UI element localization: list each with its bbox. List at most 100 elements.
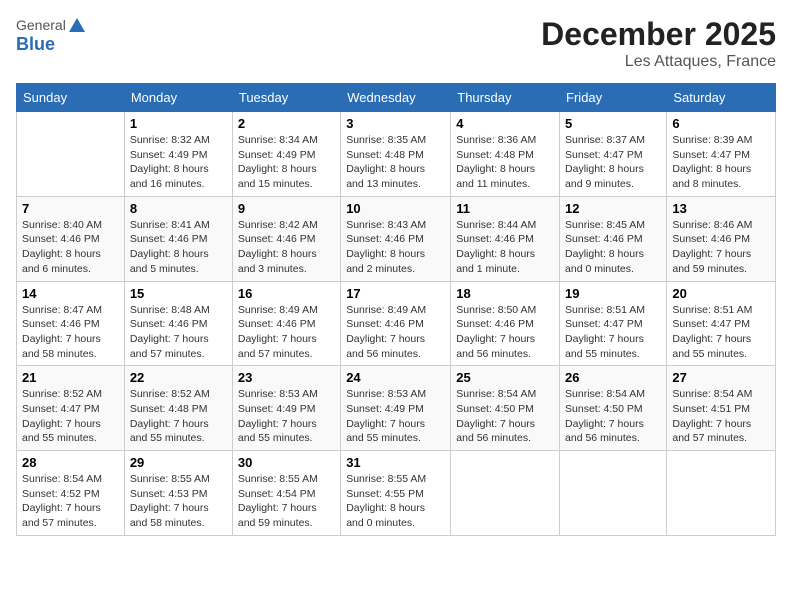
day-number: 15 [130, 286, 227, 301]
day-cell: 16 Sunrise: 8:49 AMSunset: 4:46 PMDayligh… [232, 281, 340, 366]
day-number: 9 [238, 201, 335, 216]
day-info: Sunrise: 8:48 AMSunset: 4:46 PMDaylight:… [130, 303, 227, 362]
week-row-2: 7 Sunrise: 8:40 AMSunset: 4:46 PMDaylight… [17, 196, 776, 281]
day-number: 14 [22, 286, 119, 301]
day-number: 28 [22, 455, 119, 470]
day-number: 13 [672, 201, 770, 216]
day-number: 27 [672, 370, 770, 385]
header-saturday: Saturday [667, 84, 776, 112]
day-info: Sunrise: 8:43 AMSunset: 4:46 PMDaylight:… [346, 218, 445, 277]
week-row-4: 21 Sunrise: 8:52 AMSunset: 4:47 PMDayligh… [17, 366, 776, 451]
day-info: Sunrise: 8:37 AMSunset: 4:47 PMDaylight:… [565, 133, 661, 192]
day-info: Sunrise: 8:36 AMSunset: 4:48 PMDaylight:… [456, 133, 554, 192]
day-number: 20 [672, 286, 770, 301]
day-cell: 24Sunrise: 8:53 AMSunset: 4:49 PMDayligh… [341, 366, 451, 451]
day-info: Sunrise: 8:44 AMSunset: 4:46 PMDaylight:… [456, 218, 554, 277]
day-info: Sunrise: 8:55 AMSunset: 4:53 PMDaylight:… [130, 472, 227, 531]
day-info: Sunrise: 8:47 AMSunset: 4:46 PMDaylight:… [22, 303, 119, 362]
day-info: Sunrise: 8:52 AMSunset: 4:47 PMDaylight:… [22, 387, 119, 446]
header-thursday: Thursday [451, 84, 560, 112]
day-cell [451, 451, 560, 536]
day-number: 10 [346, 201, 445, 216]
day-cell: 23Sunrise: 8:53 AMSunset: 4:49 PMDayligh… [232, 366, 340, 451]
day-number: 5 [565, 116, 661, 131]
day-cell: 14 Sunrise: 8:47 AMSunset: 4:46 PMDayligh… [17, 281, 125, 366]
day-number: 25 [456, 370, 554, 385]
day-cell: 11 Sunrise: 8:44 AMSunset: 4:46 PMDayligh… [451, 196, 560, 281]
day-cell: 12Sunrise: 8:45 AMSunset: 4:46 PMDayligh… [560, 196, 667, 281]
location: Les Attaques, France [541, 53, 776, 71]
day-number: 16 [238, 286, 335, 301]
day-info: Sunrise: 8:41 AMSunset: 4:46 PMDaylight:… [130, 218, 227, 277]
day-cell: 15 Sunrise: 8:48 AMSunset: 4:46 PMDayligh… [124, 281, 232, 366]
day-cell [17, 112, 125, 197]
day-info: Sunrise: 8:55 AMSunset: 4:54 PMDaylight:… [238, 472, 335, 531]
day-number: 26 [565, 370, 661, 385]
day-number: 8 [130, 201, 227, 216]
day-number: 2 [238, 116, 335, 131]
page-header: General Blue December 2025 Les Attaques,… [16, 16, 776, 71]
day-info: Sunrise: 8:54 AMSunset: 4:50 PMDaylight:… [565, 387, 661, 446]
day-cell: 28 Sunrise: 8:54 AMSunset: 4:52 PMDayligh… [17, 451, 125, 536]
day-cell: 9 Sunrise: 8:42 AMSunset: 4:46 PMDaylight… [232, 196, 340, 281]
day-info: Sunrise: 8:51 AMSunset: 4:47 PMDaylight:… [565, 303, 661, 362]
day-info: Sunrise: 8:46 AMSunset: 4:46 PMDaylight:… [672, 218, 770, 277]
day-number: 4 [456, 116, 554, 131]
day-info: Sunrise: 8:42 AMSunset: 4:46 PMDaylight:… [238, 218, 335, 277]
day-number: 19 [565, 286, 661, 301]
logo-blue: Blue [16, 34, 55, 54]
day-number: 6 [672, 116, 770, 131]
day-cell: 10 Sunrise: 8:43 AMSunset: 4:46 PMDayligh… [341, 196, 451, 281]
day-number: 30 [238, 455, 335, 470]
day-number: 12 [565, 201, 661, 216]
day-info: Sunrise: 8:53 AMSunset: 4:49 PMDaylight:… [346, 387, 445, 446]
day-number: 23 [238, 370, 335, 385]
day-number: 18 [456, 286, 554, 301]
day-number: 31 [346, 455, 445, 470]
day-cell: 17Sunrise: 8:49 AMSunset: 4:46 PMDayligh… [341, 281, 451, 366]
day-cell: 27 Sunrise: 8:54 AMSunset: 4:51 PMDayligh… [667, 366, 776, 451]
day-info: Sunrise: 8:55 AMSunset: 4:55 PMDaylight:… [346, 472, 445, 531]
day-info: Sunrise: 8:50 AMSunset: 4:46 PMDaylight:… [456, 303, 554, 362]
day-info: Sunrise: 8:51 AMSunset: 4:47 PMDaylight:… [672, 303, 770, 362]
day-number: 3 [346, 116, 445, 131]
day-cell: 26 Sunrise: 8:54 AMSunset: 4:50 PMDayligh… [560, 366, 667, 451]
day-info: Sunrise: 8:54 AMSunset: 4:51 PMDaylight:… [672, 387, 770, 446]
day-cell: 4 Sunrise: 8:36 AMSunset: 4:48 PMDaylight… [451, 112, 560, 197]
day-number: 7 [22, 201, 119, 216]
day-cell: 21 Sunrise: 8:52 AMSunset: 4:47 PMDayligh… [17, 366, 125, 451]
day-cell: 20 Sunrise: 8:51 AMSunset: 4:47 PMDayligh… [667, 281, 776, 366]
day-info: Sunrise: 8:54 AMSunset: 4:50 PMDaylight:… [456, 387, 554, 446]
day-cell: 18 Sunrise: 8:50 AMSunset: 4:46 PMDayligh… [451, 281, 560, 366]
week-row-1: 1Sunrise: 8:32 AMSunset: 4:49 PMDaylight… [17, 112, 776, 197]
header-wednesday: Wednesday [341, 84, 451, 112]
day-info: Sunrise: 8:35 AMSunset: 4:48 PMDaylight:… [346, 133, 445, 192]
header-sunday: Sunday [17, 84, 125, 112]
day-info: Sunrise: 8:54 AMSunset: 4:52 PMDaylight:… [22, 472, 119, 531]
day-info: Sunrise: 8:52 AMSunset: 4:48 PMDaylight:… [130, 387, 227, 446]
logo-icon [68, 16, 86, 34]
day-number: 17 [346, 286, 445, 301]
day-cell: 19 Sunrise: 8:51 AMSunset: 4:47 PMDayligh… [560, 281, 667, 366]
day-cell: 3 Sunrise: 8:35 AMSunset: 4:48 PMDaylight… [341, 112, 451, 197]
day-cell: 13 Sunrise: 8:46 AMSunset: 4:46 PMDayligh… [667, 196, 776, 281]
header-monday: Monday [124, 84, 232, 112]
title-section: December 2025 Les Attaques, France [541, 16, 776, 71]
day-info: Sunrise: 8:49 AMSunset: 4:46 PMDaylight:… [238, 303, 335, 362]
header-friday: Friday [560, 84, 667, 112]
day-number: 22 [130, 370, 227, 385]
calendar-table: SundayMondayTuesdayWednesdayThursdayFrid… [16, 83, 776, 536]
day-cell: 8 Sunrise: 8:41 AMSunset: 4:46 PMDaylight… [124, 196, 232, 281]
day-info: Sunrise: 8:40 AMSunset: 4:46 PMDaylight:… [22, 218, 119, 277]
day-cell: 25 Sunrise: 8:54 AMSunset: 4:50 PMDayligh… [451, 366, 560, 451]
day-cell [667, 451, 776, 536]
day-number: 11 [456, 201, 554, 216]
day-number: 21 [22, 370, 119, 385]
day-cell: 6Sunrise: 8:39 AMSunset: 4:47 PMDaylight… [667, 112, 776, 197]
day-cell: 1Sunrise: 8:32 AMSunset: 4:49 PMDaylight… [124, 112, 232, 197]
day-cell [560, 451, 667, 536]
header-row: SundayMondayTuesdayWednesdayThursdayFrid… [17, 84, 776, 112]
day-number: 29 [130, 455, 227, 470]
logo: General Blue [16, 16, 86, 55]
month-title: December 2025 [541, 16, 776, 53]
